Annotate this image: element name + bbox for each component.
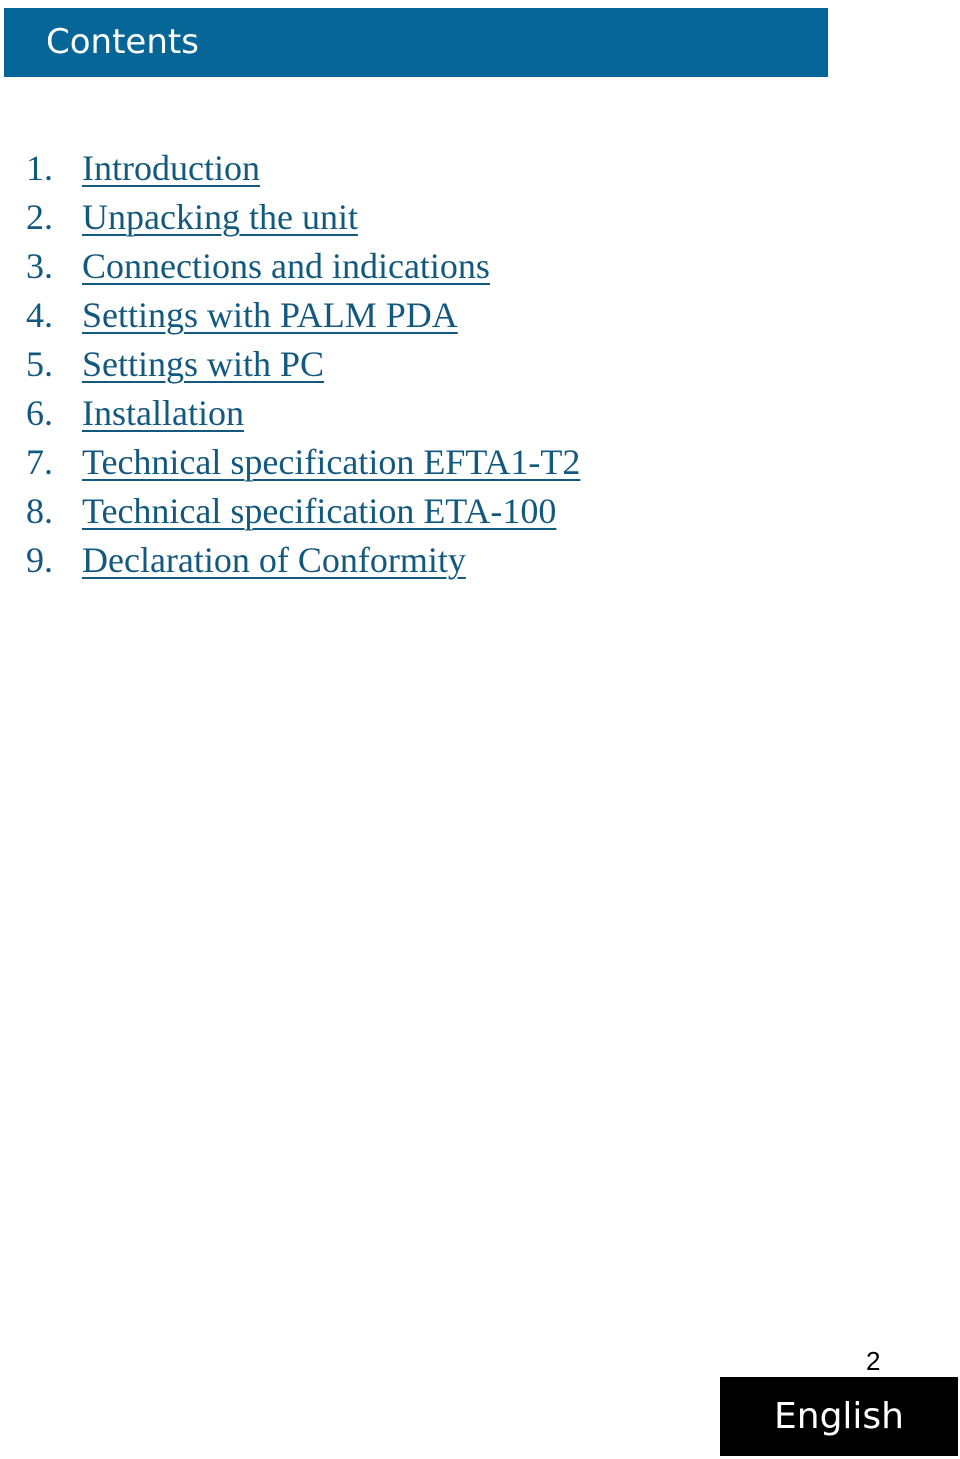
toc-item-number: 8. (26, 491, 53, 531)
toc-link-introduction[interactable]: Introduction (82, 144, 260, 193)
toc-item-number: 7. (26, 442, 53, 482)
toc-item: 5. Settings with PC (26, 340, 580, 389)
toc-item: 2. Unpacking the unit (26, 193, 580, 242)
toc-item-number: 1. (26, 148, 53, 188)
toc-item: 7. Technical specification EFTA1-T2 (26, 438, 580, 487)
toc-item-number: 5. (26, 344, 53, 384)
toc-item: 4. Settings with PALM PDA (26, 291, 580, 340)
toc-item-number: 4. (26, 295, 53, 335)
toc-link-settings-pc[interactable]: Settings with PC (82, 340, 324, 389)
toc-link-unpacking[interactable]: Unpacking the unit (82, 193, 358, 242)
toc-link-spec-eta-100[interactable]: Technical specification ETA-100 (82, 487, 556, 536)
toc-item-number: 9. (26, 540, 53, 580)
page-number: 2 (866, 1346, 881, 1376)
toc-link-declaration[interactable]: Declaration of Conformity (82, 536, 466, 585)
toc-link-spec-efta1-t2[interactable]: Technical specification EFTA1-T2 (82, 438, 580, 487)
table-of-contents: 1. Introduction 2. Unpacking the unit 3.… (26, 144, 580, 585)
language-label: English (774, 1395, 904, 1437)
toc-item: 1. Introduction (26, 144, 580, 193)
contents-header-bar: Contents (4, 8, 828, 77)
toc-item: 9. Declaration of Conformity (26, 536, 580, 585)
page-title: Contents (46, 22, 199, 62)
toc-link-settings-palm[interactable]: Settings with PALM PDA (82, 291, 458, 340)
toc-item-number: 3. (26, 246, 53, 286)
toc-link-installation[interactable]: Installation (82, 389, 244, 438)
toc-item: 8. Technical specification ETA-100 (26, 487, 580, 536)
toc-item-number: 6. (26, 393, 53, 433)
toc-item: 6. Installation (26, 389, 580, 438)
toc-link-connections[interactable]: Connections and indications (82, 242, 490, 291)
toc-item-number: 2. (26, 197, 53, 237)
language-tab: English (720, 1377, 958, 1456)
toc-item: 3. Connections and indications (26, 242, 580, 291)
